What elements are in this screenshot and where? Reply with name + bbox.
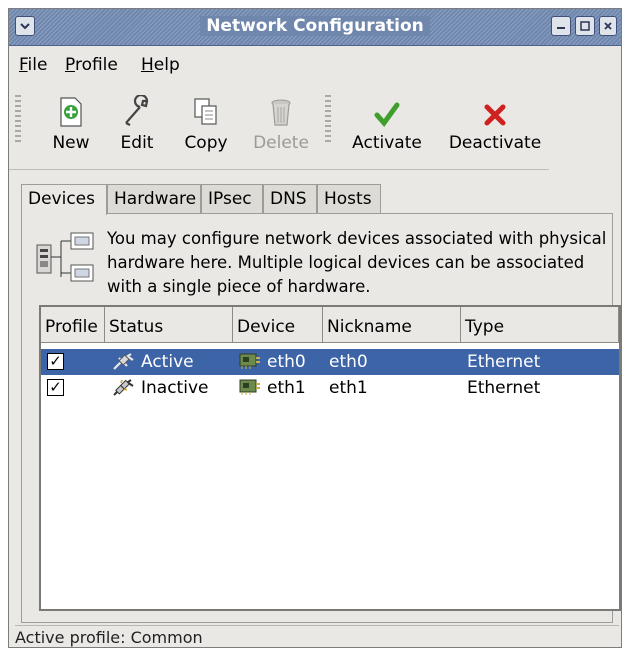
new-label: New [52, 133, 90, 153]
activate-label: Activate [352, 133, 422, 153]
plug-connected-icon [113, 353, 134, 370]
status-plug-icon [111, 352, 135, 377]
maximize-icon [580, 21, 590, 31]
tab-devices-label: Devices [28, 189, 95, 209]
edit-button[interactable]: Edit [117, 91, 157, 153]
copy-button[interactable]: Copy [183, 91, 229, 153]
column-header-type-label: Type [465, 317, 505, 337]
network-devices-icon [35, 231, 97, 292]
profile-checkbox[interactable]: ✓ [47, 353, 64, 370]
activate-button[interactable]: Activate [349, 91, 425, 153]
column-header-status-label: Status [109, 317, 164, 337]
network-card-icon [239, 379, 260, 395]
deactivate-button[interactable]: Deactivate [445, 91, 545, 153]
menu-help-rest: elp [153, 55, 180, 75]
toolbar-separator [9, 169, 549, 170]
plug-disconnected-icon [113, 379, 134, 396]
toolbar-grip-2[interactable] [325, 95, 331, 145]
tab-dns[interactable]: DNS [263, 184, 317, 214]
trash-icon [271, 99, 291, 126]
status-text: Inactive [141, 378, 209, 398]
tab-ipsec-label: IPsec [208, 189, 252, 209]
menu-file-mnemonic: F [19, 55, 28, 75]
checkmark-icon [374, 102, 400, 127]
table-row[interactable]: ✓ Inactive eth1 eth1 Ethernet [41, 375, 619, 401]
active-profile-text: Active profile: Common [15, 628, 203, 647]
menu-file[interactable]: File [19, 55, 47, 75]
tab-hardware-label: Hardware [114, 189, 197, 209]
type-text: Ethernet [467, 352, 541, 372]
window-title: Network Configuration [200, 16, 430, 36]
x-icon [484, 104, 506, 126]
profile-checkbox-mark: ✓ [49, 378, 62, 396]
menu-profile-mnemonic: P [65, 55, 75, 75]
status-bar: Active profile: Common [15, 625, 619, 647]
column-header-profile-label: Profile [45, 317, 98, 337]
new-icon [60, 97, 82, 127]
close-icon [604, 22, 612, 30]
menu-help[interactable]: Help [141, 55, 180, 75]
tab-devices[interactable]: Devices [21, 184, 107, 215]
column-header-nickname[interactable]: Nickname [323, 307, 461, 343]
deactivate-label: Deactivate [448, 133, 542, 153]
tab-ipsec[interactable]: IPsec [201, 184, 263, 214]
column-header-profile[interactable]: Profile [41, 307, 105, 343]
toolbar-grip[interactable] [15, 95, 21, 145]
new-button[interactable]: New [49, 91, 93, 153]
toolbar: New Edit Copy Delete Activate Deactivate [9, 91, 621, 171]
tab-hosts[interactable]: Hosts [317, 184, 381, 214]
maximize-button[interactable] [575, 16, 595, 36]
status-text: Active [141, 352, 194, 372]
nic-icon [239, 352, 261, 375]
device-text: eth1 [267, 378, 306, 398]
menu-profile[interactable]: Profile [65, 55, 118, 75]
info-description: You may configure network devices associ… [107, 229, 607, 296]
status-plug-icon [111, 378, 135, 403]
delete-label: Delete [253, 133, 309, 153]
minimize-button[interactable] [551, 16, 571, 36]
profile-checkbox[interactable]: ✓ [47, 379, 64, 396]
menu-file-rest: ile [27, 55, 48, 75]
device-text: eth0 [267, 352, 306, 372]
tab-dns-label: DNS [270, 189, 307, 209]
nickname-text: eth0 [329, 352, 368, 372]
tab-hardware[interactable]: Hardware [107, 184, 201, 214]
column-header-device-label: Device [237, 317, 296, 337]
column-header-type[interactable]: Type [461, 307, 619, 343]
edit-label: Edit [120, 133, 154, 153]
nic-icon [239, 378, 261, 401]
network-configuration-window: Network Configuration File Profile Help [8, 8, 622, 648]
network-card-icon [239, 353, 260, 369]
wrench-icon [125, 95, 149, 126]
type-text: Ethernet [467, 378, 541, 398]
profile-checkbox-mark: ✓ [49, 352, 62, 370]
device-list[interactable]: Profile Status Device Nickname Type ✓ Ac… [39, 305, 621, 611]
menu-bar: File Profile Help [9, 51, 621, 77]
nickname-text: eth1 [329, 378, 368, 398]
table-row[interactable]: ✓ Active eth0 eth0 Ethernet [41, 349, 619, 375]
menu-help-mnemonic: H [141, 55, 154, 75]
tab-hosts-label: Hosts [324, 189, 372, 209]
column-header-device[interactable]: Device [233, 307, 323, 343]
column-header-nickname-label: Nickname [327, 317, 412, 337]
hardware-tree-icon [36, 232, 94, 282]
close-button[interactable] [599, 16, 617, 36]
delete-button[interactable]: Delete [253, 91, 309, 153]
menu-profile-rest: rofile [74, 55, 118, 75]
minimize-icon [557, 27, 565, 29]
title-bar[interactable]: Network Configuration [9, 9, 621, 46]
column-header-status[interactable]: Status [105, 307, 233, 343]
copy-icon [194, 98, 217, 125]
copy-label: Copy [184, 133, 228, 153]
